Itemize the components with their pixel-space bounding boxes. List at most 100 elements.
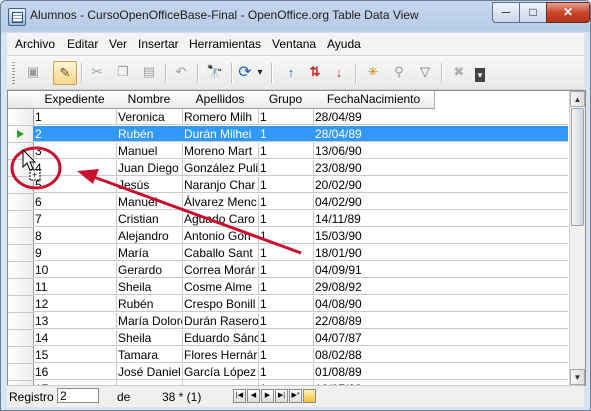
remove-filter-icon[interactable]: ✖ xyxy=(449,62,469,82)
menu-insertar[interactable]: Insertar xyxy=(138,37,179,51)
toolbar-options-icon[interactable]: ▾ xyxy=(475,68,485,82)
table-cell-fechanacimiento[interactable]: 04/07/87 xyxy=(313,330,568,346)
menu-editar[interactable]: Editar xyxy=(67,37,98,51)
row-selector[interactable] xyxy=(8,109,34,126)
table-cell-grupo[interactable]: 1 xyxy=(258,279,314,295)
table-row[interactable]: 15 Tamara Flores Hernár 1 08/02/88 xyxy=(8,347,568,364)
table-row[interactable]: 13 María Dolore Durán Rasero 1 22/08/89 xyxy=(8,313,568,330)
table-cell-nombre[interactable]: José Daniel xyxy=(116,364,183,380)
find-record-icon[interactable]: 🔭 xyxy=(205,62,225,82)
table-row[interactable]: 4 Juan Diego González Puli 1 23/08/90 xyxy=(8,160,568,177)
table-cell-expediente[interactable]: 15 xyxy=(33,347,117,363)
table-cell-grupo[interactable]: 1 xyxy=(258,177,314,193)
previous-record-icon[interactable]: ◀ xyxy=(247,389,260,403)
table-cell-nombre[interactable]: Veronica xyxy=(116,109,183,125)
row-selector[interactable] xyxy=(8,245,34,262)
table-row[interactable]: 14 Sheila Eduardo Sánc 1 04/07/87 xyxy=(8,330,568,347)
column-header-apellidos[interactable]: Apellidos xyxy=(182,91,259,109)
sort-ascending-icon[interactable]: ↑ xyxy=(281,62,301,82)
table-cell-apellidos[interactable]: Durán Rasero xyxy=(182,313,259,329)
table-cell-nombre[interactable]: Manuel xyxy=(116,143,183,159)
table-cell-grupo[interactable]: 1 xyxy=(258,126,314,142)
dropdown-arrow-icon[interactable]: ▾ xyxy=(255,62,265,82)
scroll-down-icon[interactable]: ▼ xyxy=(570,369,585,385)
row-selector[interactable] xyxy=(8,211,34,228)
table-cell-grupo[interactable]: 1 xyxy=(258,330,314,346)
table-cell-fechanacimiento[interactable]: 13/06/90 xyxy=(313,143,568,159)
table-cell-expediente[interactable]: 3 xyxy=(33,143,117,159)
table-cell-expediente[interactable]: 8 xyxy=(33,228,117,244)
paste-icon[interactable]: ▤ xyxy=(139,62,159,82)
table-cell-fechanacimiento[interactable]: 23/08/90 xyxy=(313,160,568,176)
cut-icon[interactable]: ✂ xyxy=(87,62,107,82)
table-cell-grupo[interactable]: 1 xyxy=(258,228,314,244)
row-selector[interactable] xyxy=(8,313,34,330)
table-row[interactable]: 5 Jesús Naranjo Char 1 20/02/90 xyxy=(8,177,568,194)
table-cell-apellidos[interactable]: Álvarez Menc xyxy=(182,194,259,210)
close-button[interactable]: ✕ xyxy=(546,2,590,23)
table-cell-grupo[interactable]: 1 xyxy=(258,262,314,278)
toolbar-grip[interactable] xyxy=(12,62,15,84)
row-selector[interactable] xyxy=(8,262,34,279)
copy-icon[interactable]: ❐ xyxy=(113,62,133,82)
table-cell-nombre[interactable]: María Dolore xyxy=(116,313,183,329)
table-cell-fechanacimiento[interactable]: 08/02/88 xyxy=(313,347,568,363)
table-row[interactable]: 16 José Daniel García López 1 01/08/89 xyxy=(8,364,568,381)
table-cell-grupo[interactable]: 1 xyxy=(258,364,314,380)
table-cell-nombre[interactable]: Jesús xyxy=(116,177,183,193)
table-cell-nombre[interactable]: Gerardo xyxy=(116,262,183,278)
row-selector[interactable] xyxy=(8,177,34,194)
table-cell-fechanacimiento[interactable]: 04/02/90 xyxy=(313,194,568,210)
table-cell-nombre[interactable]: Sheila xyxy=(116,330,183,346)
table-cell-expediente[interactable]: 16 xyxy=(33,364,117,380)
table-row[interactable]: 8 Alejandro Antonio Gon 1 15/03/90 xyxy=(8,228,568,245)
row-selector[interactable] xyxy=(8,364,34,381)
table-cell-grupo[interactable]: 1 xyxy=(258,109,314,125)
column-header-nombre[interactable]: Nombre xyxy=(116,91,183,109)
table-cell-nombre[interactable]: Manuel xyxy=(116,194,183,210)
table-cell-nombre[interactable]: Alejandro xyxy=(116,228,183,244)
last-record-icon[interactable]: ▶| xyxy=(275,389,288,403)
autofilter-icon[interactable]: ✳ xyxy=(363,62,383,82)
table-cell-nombre[interactable]: Rubén xyxy=(116,296,183,312)
table-cell-fechanacimiento[interactable]: 01/08/89 xyxy=(313,364,568,380)
table-cell-grupo[interactable]: 1 xyxy=(258,296,314,312)
table-cell-apellidos[interactable]: Eduardo Sánc xyxy=(182,330,259,346)
table-row[interactable]: 1 Veronica Romero Milh 1 28/04/89 xyxy=(8,109,568,126)
table-cell-expediente[interactable]: 2 xyxy=(33,126,117,142)
row-selector[interactable] xyxy=(8,160,34,177)
table-cell-apellidos[interactable]: Aguado Caro xyxy=(182,211,259,227)
row-selector[interactable] xyxy=(8,330,34,347)
table-cell-expediente[interactable]: 5 xyxy=(33,177,117,193)
table-cell-expediente[interactable]: 1 xyxy=(33,109,117,125)
table-cell-expediente[interactable]: 12 xyxy=(33,296,117,312)
table-cell-apellidos[interactable]: García López xyxy=(182,364,259,380)
scroll-up-icon[interactable]: ▲ xyxy=(570,91,585,107)
table-cell-nombre[interactable]: Sheila xyxy=(116,279,183,295)
grid-corner[interactable] xyxy=(8,91,34,109)
table-cell-nombre[interactable]: Tamara xyxy=(116,347,183,363)
table-row[interactable]: 9 María Caballo Sant 1 18/01/90 xyxy=(8,245,568,262)
table-cell-expediente[interactable]: 10 xyxy=(33,262,117,278)
table-row[interactable]: 6 Manuel Álvarez Menc 1 04/02/90 xyxy=(8,194,568,211)
menu-ventana[interactable]: Ventana xyxy=(272,37,316,51)
table-cell-nombre[interactable]: Rubén xyxy=(116,126,183,142)
column-header-grupo[interactable]: Grupo xyxy=(258,91,314,109)
table-cell-apellidos[interactable]: González Puli xyxy=(182,160,259,176)
row-selector[interactable] xyxy=(8,143,34,160)
table-cell-apellidos[interactable]: Moreno Mart xyxy=(182,143,259,159)
table-cell-grupo[interactable]: 1 xyxy=(258,194,314,210)
refresh-icon[interactable]: ⟳ xyxy=(235,62,255,82)
table-cell-fechanacimiento[interactable]: 04/09/91 xyxy=(313,262,568,278)
save-icon[interactable]: ▣ xyxy=(23,62,43,82)
table-cell-nombre[interactable]: María xyxy=(116,245,183,261)
minimize-button[interactable]: ─ xyxy=(492,2,520,23)
table-row[interactable]: 12 Rubén Crespo Bonill 1 04/08/90 xyxy=(8,296,568,313)
table-cell-apellidos[interactable]: Antonio Gon xyxy=(182,228,259,244)
table-cell-fechanacimiento[interactable]: 18/01/90 xyxy=(313,245,568,261)
table-cell-nombre[interactable]: Cristian xyxy=(116,211,183,227)
menu-ver[interactable]: Ver xyxy=(109,37,127,51)
table-cell-expediente[interactable]: 9 xyxy=(33,245,117,261)
table-cell-expediente[interactable]: 7 xyxy=(33,211,117,227)
table-cell-fechanacimiento[interactable]: 28/04/89 xyxy=(313,126,568,142)
